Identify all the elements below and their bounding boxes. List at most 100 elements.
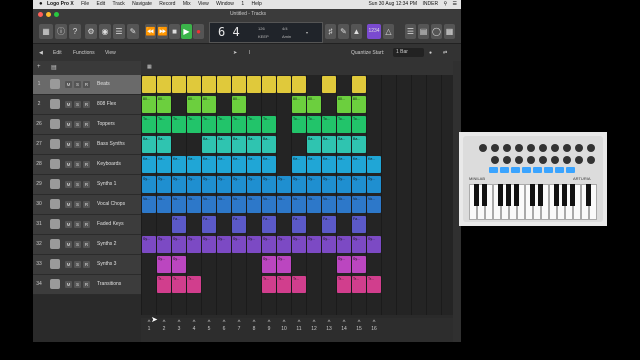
- loop-cell[interactable]: Sy...: [247, 176, 261, 193]
- loop-cell[interactable]: Ba...: [232, 136, 246, 153]
- loop-cell[interactable]: Ke...: [217, 156, 231, 173]
- track-mute-button[interactable]: M: [65, 141, 72, 148]
- info-button[interactable]: ⓘ: [55, 24, 67, 39]
- scene-trigger[interactable]: ^ 6: [217, 320, 231, 332]
- play-button[interactable]: ▶: [181, 24, 192, 39]
- scene-trigger[interactable]: ^ 4: [187, 320, 201, 332]
- track-mute-button[interactable]: M: [65, 121, 72, 128]
- loop-cell[interactable]: [217, 76, 231, 93]
- loop-cell[interactable]: Sy...: [142, 176, 156, 193]
- menu-edit[interactable]: Edit: [97, 1, 106, 7]
- track-solo-button[interactable]: S: [74, 161, 81, 168]
- loop-cell[interactable]: Ke...: [262, 156, 276, 173]
- menu-help[interactable]: Help: [251, 1, 261, 7]
- track-record-button[interactable]: R: [83, 281, 90, 288]
- loop-cell[interactable]: Ke...: [187, 156, 201, 173]
- scene-ruler[interactable]: ▦: [141, 61, 453, 76]
- track-solo-button[interactable]: S: [74, 241, 81, 248]
- rewind-button[interactable]: ⏪: [145, 24, 156, 39]
- loop-cell[interactable]: Sy...: [307, 176, 321, 193]
- loop-cell[interactable]: Ba...: [337, 136, 351, 153]
- edit-menu[interactable]: Edit: [53, 50, 62, 56]
- apple-icon[interactable]: ●: [39, 0, 43, 9]
- solo-button[interactable]: ▲: [351, 24, 362, 39]
- track-mute-button[interactable]: M: [65, 221, 72, 228]
- scene-trigger[interactable]: ^ 12: [307, 320, 321, 332]
- loop-cell[interactable]: Vo...: [322, 196, 336, 213]
- loop-cell[interactable]: Sy...: [202, 176, 216, 193]
- count-in-button[interactable]: 1234: [367, 24, 381, 39]
- loop-cell[interactable]: Vo...: [367, 196, 381, 213]
- track-header[interactable]: 27 M S R Bass Synths: [33, 135, 141, 155]
- loop-cell[interactable]: [157, 76, 171, 93]
- loop-cell[interactable]: Sy...: [157, 236, 171, 253]
- loop-cell[interactable]: Fa...: [262, 216, 276, 233]
- loop-cell[interactable]: To...: [337, 116, 351, 133]
- minimize-icon[interactable]: [46, 12, 51, 17]
- loop-cell[interactable]: Vo...: [352, 196, 366, 213]
- loop-cell[interactable]: Sy...: [292, 176, 306, 193]
- loop-cell[interactable]: 80...: [337, 96, 351, 113]
- track-mute-button[interactable]: M: [65, 241, 72, 248]
- loop-cell[interactable]: 80...: [202, 96, 216, 113]
- editors-button[interactable]: ✎: [127, 24, 139, 39]
- search-icon[interactable]: ⚲: [443, 1, 447, 7]
- loop-cell[interactable]: Vo...: [247, 196, 261, 213]
- scene-trigger[interactable]: ^ 7: [232, 320, 246, 332]
- scene-trigger[interactable]: ^ 9: [262, 320, 276, 332]
- loop-cell[interactable]: Ke...: [367, 156, 381, 173]
- loop-cell[interactable]: Vo...: [337, 196, 351, 213]
- zoom-slider-icon[interactable]: ●: [429, 50, 432, 56]
- loop-cell[interactable]: 80...: [307, 96, 321, 113]
- track-mute-button[interactable]: M: [65, 261, 72, 268]
- track-header[interactable]: 30 M S R Vocal Chops: [33, 195, 141, 215]
- loop-cell[interactable]: Sy...: [172, 236, 186, 253]
- loop-cell[interactable]: Ba...: [247, 136, 261, 153]
- loop-cell[interactable]: Sy...: [277, 236, 291, 253]
- show-global-tracks-icon[interactable]: ▤: [51, 64, 57, 71]
- loop-cell[interactable]: Tr...: [337, 276, 351, 293]
- loop-cell[interactable]: To...: [322, 116, 336, 133]
- user-name[interactable]: INDER: [423, 1, 439, 7]
- loop-cell[interactable]: Sy...: [232, 236, 246, 253]
- track-mute-button[interactable]: M: [65, 281, 72, 288]
- track-solo-button[interactable]: S: [74, 221, 81, 228]
- loop-cell[interactable]: Tr...: [352, 276, 366, 293]
- loop-cell[interactable]: Sy...: [277, 256, 291, 273]
- loop-cell[interactable]: To...: [352, 116, 366, 133]
- loop-cell[interactable]: To...: [307, 116, 321, 133]
- loop-cell[interactable]: Ba...: [307, 136, 321, 153]
- track-name[interactable]: 808 Flex: [97, 101, 116, 107]
- loop-cell[interactable]: Tr...: [187, 276, 201, 293]
- menu-list-icon[interactable]: ☰: [453, 1, 457, 7]
- notepad-button[interactable]: ▤: [418, 24, 429, 39]
- loop-cell[interactable]: Fa...: [292, 216, 306, 233]
- loop-cell[interactable]: 80...: [232, 96, 246, 113]
- drum-machine-icon[interactable]: [50, 79, 60, 89]
- keyboard-icon[interactable]: [50, 159, 60, 169]
- loop-cell[interactable]: Vo...: [262, 196, 276, 213]
- zoom-icon[interactable]: [54, 12, 59, 17]
- scene-trigger[interactable]: ^ 10: [277, 320, 291, 332]
- loop-cell[interactable]: Vo...: [142, 196, 156, 213]
- loop-cell[interactable]: Fa...: [202, 216, 216, 233]
- loop-cell[interactable]: Ba...: [322, 136, 336, 153]
- track-name[interactable]: Synths 1: [97, 181, 116, 187]
- loop-cell[interactable]: Fa...: [232, 216, 246, 233]
- track-name[interactable]: Faded Keys: [97, 221, 124, 227]
- loop-cell[interactable]: Vo...: [277, 196, 291, 213]
- synth-icon[interactable]: [50, 279, 60, 289]
- track-record-button[interactable]: R: [83, 121, 90, 128]
- loop-cell[interactable]: Sy...: [367, 176, 381, 193]
- loop-cell[interactable]: Fa...: [352, 216, 366, 233]
- track-solo-button[interactable]: S: [74, 81, 81, 88]
- loop-cell[interactable]: 80...: [142, 96, 156, 113]
- quantize-select[interactable]: 1 Bar: [393, 48, 424, 57]
- loop-cell[interactable]: Sy...: [307, 236, 321, 253]
- track-header[interactable]: 2 M S R 808 Flex: [33, 95, 141, 115]
- browser-button[interactable]: ▦: [444, 24, 455, 39]
- metronome-button[interactable]: △: [383, 24, 394, 39]
- pointer-tool-icon[interactable]: ➤: [233, 50, 237, 56]
- loop-cell[interactable]: To...: [172, 116, 186, 133]
- scene-trigger[interactable]: ^ 16: [367, 320, 381, 332]
